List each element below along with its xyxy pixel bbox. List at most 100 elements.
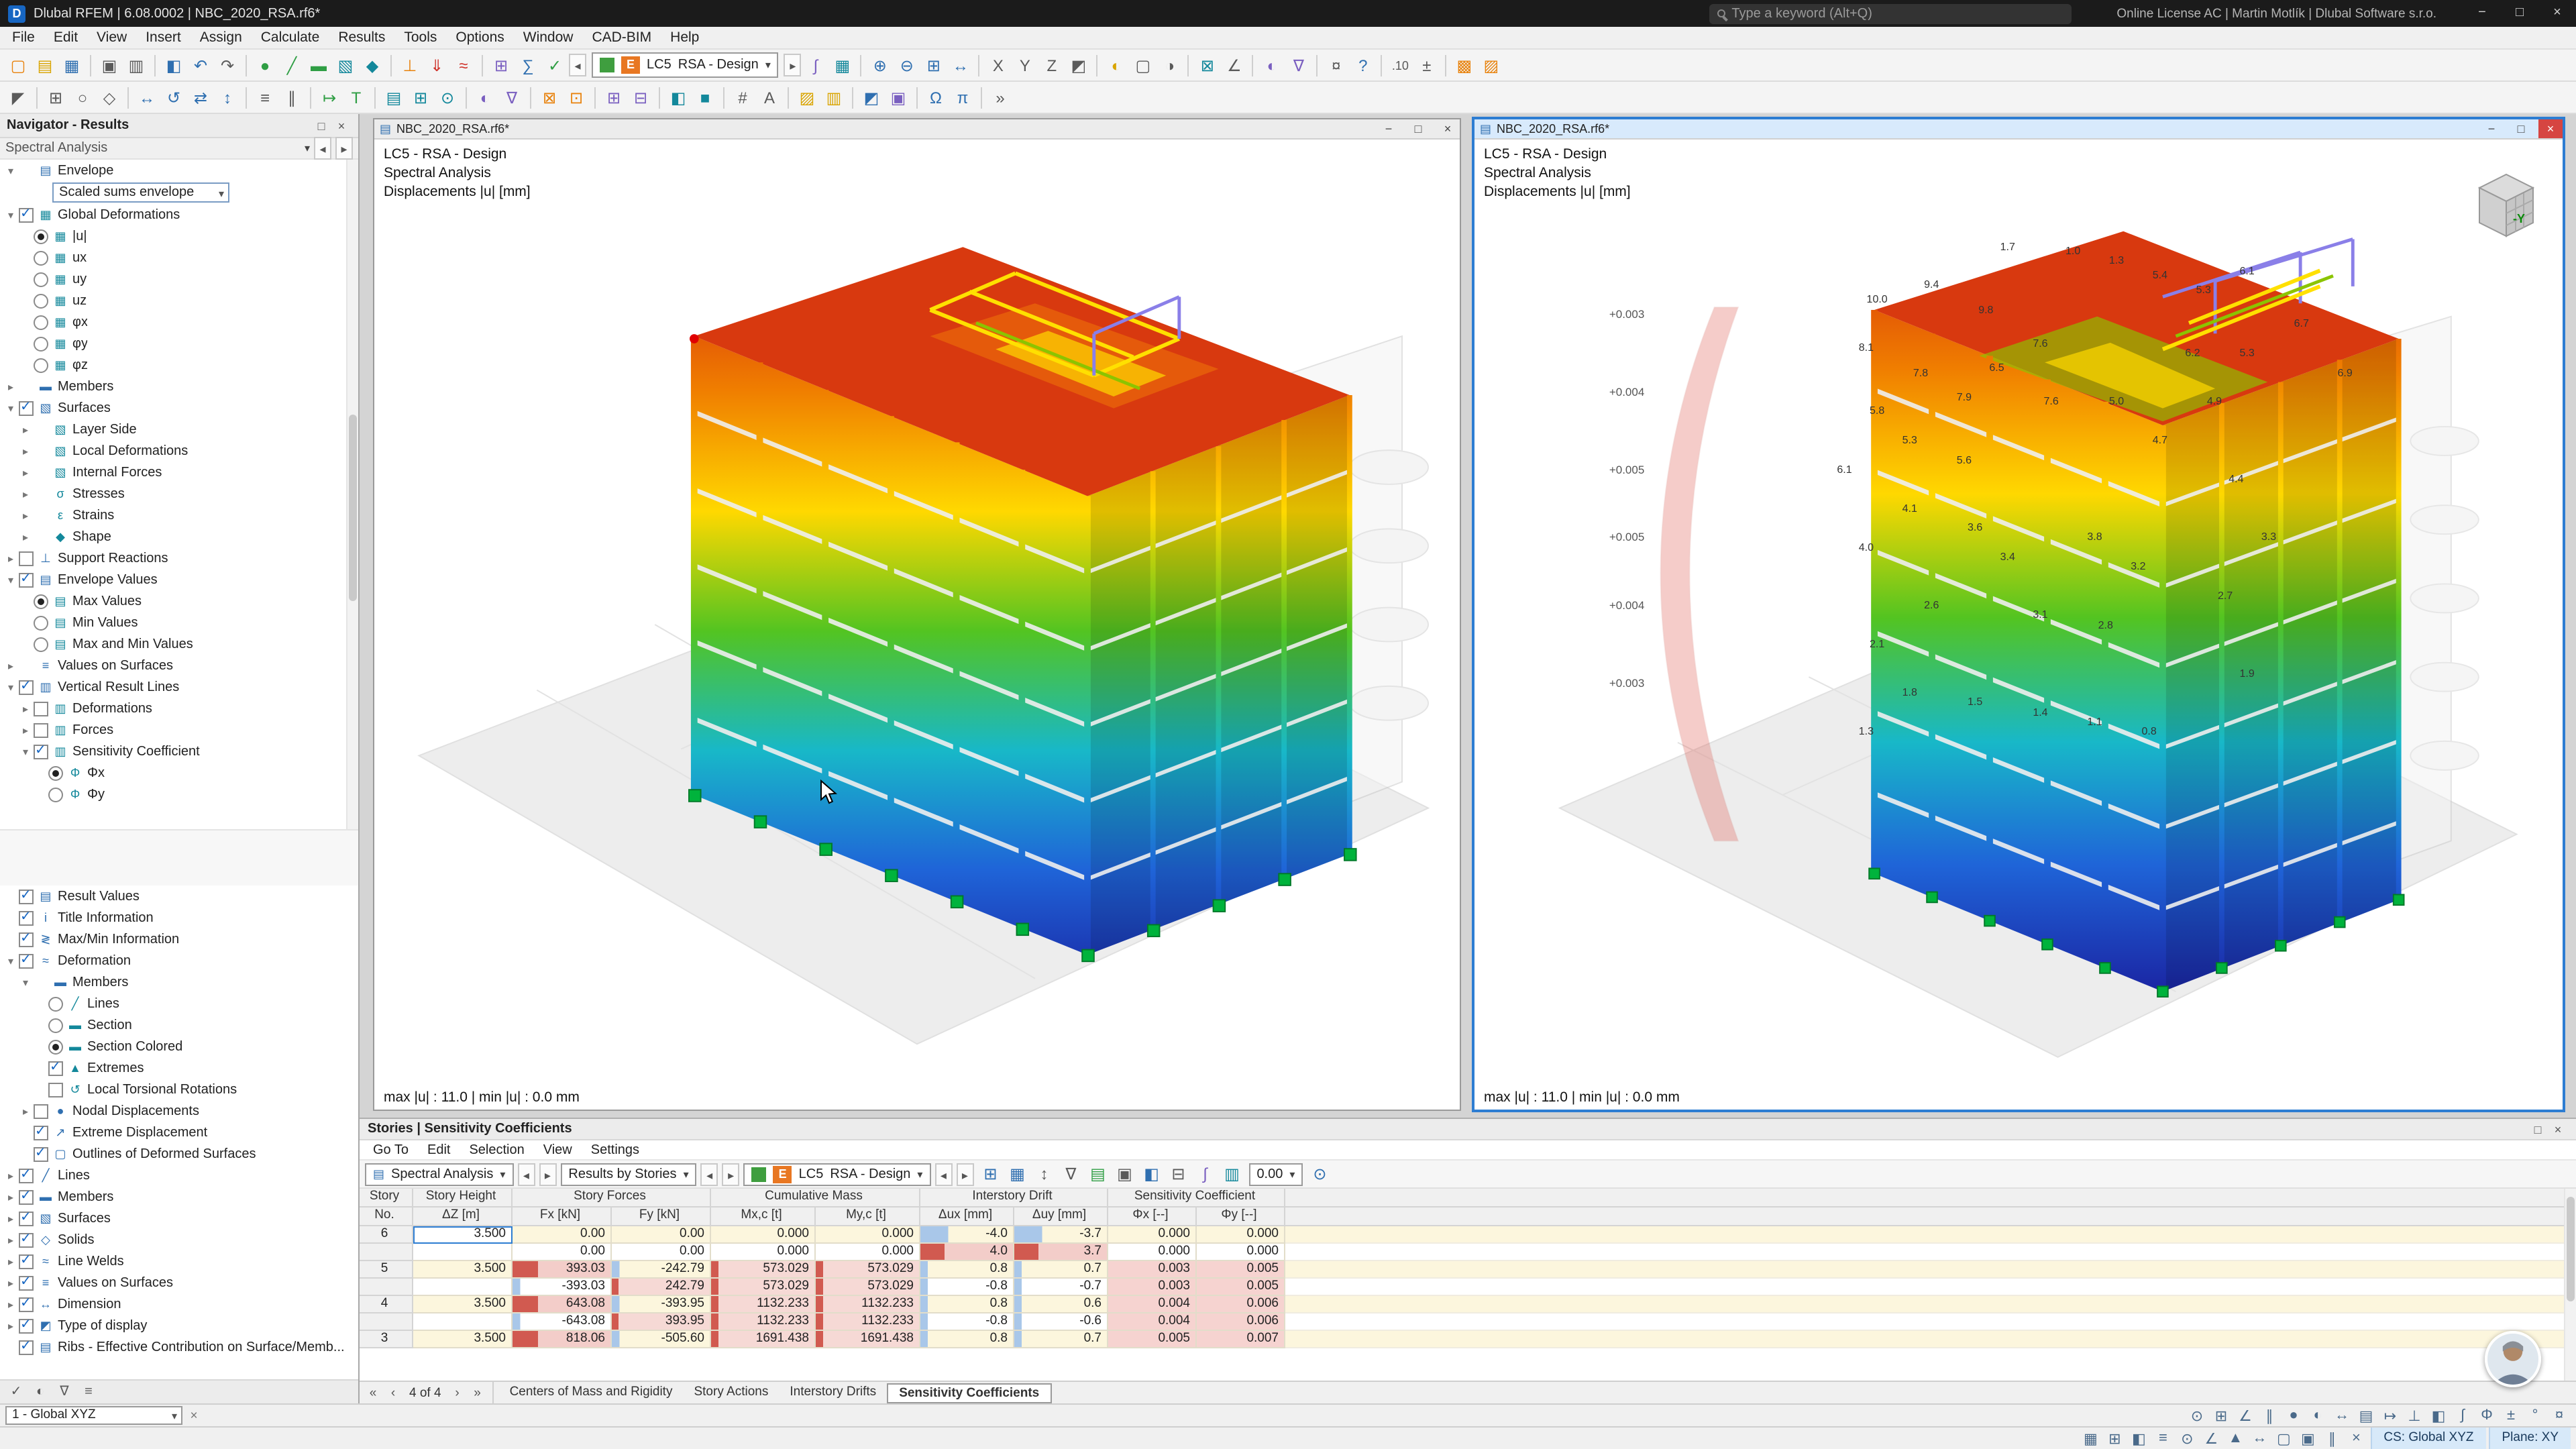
table-menu-item[interactable]: Edit (419, 1142, 458, 1157)
table-cell[interactable]: 573.029 (711, 1261, 816, 1279)
collapse-rows-icon[interactable]: ⊟ (1165, 1161, 1191, 1187)
pan-icon[interactable]: ↔ (948, 52, 973, 78)
misc-settings-icon[interactable]: ¤ (2548, 1407, 2571, 1424)
axes-icon[interactable]: ⊥ (2403, 1407, 2426, 1424)
maximize-button[interactable]: □ (2501, 0, 2538, 27)
minimize-button[interactable]: − (2463, 0, 2501, 27)
phi-display-icon[interactable]: Φ (2475, 1407, 2498, 1424)
next-page-button[interactable]: › (448, 1385, 467, 1400)
tree-checkbox[interactable] (34, 358, 48, 372)
table-cell[interactable] (413, 1244, 513, 1261)
viewport-right[interactable]: ▤ NBC_2020_RSA.rf6* − □ × LC5 - RSA - De… (1473, 118, 2564, 1111)
node-icon[interactable]: ● (252, 52, 278, 78)
table-cell[interactable]: 0.000 (711, 1244, 816, 1261)
table-cell[interactable]: 0.000 (711, 1226, 816, 1244)
imperfection-icon[interactable]: ≈ (451, 52, 476, 78)
dimension-icon[interactable]: ↦ (317, 85, 342, 110)
render-icon[interactable]: ◐ (1104, 52, 1129, 78)
legend-icon[interactable]: ▥ (821, 85, 847, 110)
view-visibility-icon[interactable]: ◐ (472, 85, 498, 110)
tree-item[interactable]: ▾ ▤ Envelope Values (0, 569, 358, 590)
rotate-icon[interactable]: ↺ (161, 85, 186, 110)
tree-checkbox[interactable] (19, 910, 34, 925)
tree-item[interactable]: ▸ ◆ Shape (0, 526, 358, 547)
tree-expander-icon[interactable]: ▸ (4, 1234, 17, 1246)
tree-item[interactable]: ▤ Max Values (0, 590, 358, 612)
angle-snap-icon[interactable]: ∠ (2200, 1430, 2222, 1447)
tree-checkbox[interactable] (48, 1061, 63, 1075)
tree-expander-icon[interactable]: ▸ (19, 423, 32, 435)
close-button[interactable]: × (2538, 0, 2576, 27)
decimals-icon[interactable]: .10 (1388, 52, 1413, 78)
column-header[interactable]: No. (360, 1208, 413, 1226)
keyword-search-input[interactable]: Type a keyword (Alt+Q) (1709, 3, 2071, 23)
select-box-icon[interactable]: ⊞ (43, 85, 68, 110)
table-cell[interactable]: 0.004 (1108, 1296, 1197, 1313)
mesh-refinement-icon[interactable]: ⊟ (628, 85, 653, 110)
zoom-out-icon[interactable]: ⊖ (894, 52, 920, 78)
tree-item[interactable]: ▸ ▧ Surfaces (0, 1208, 358, 1229)
redo-icon[interactable]: ↷ (215, 52, 240, 78)
panel-filter-icon[interactable]: ∇ (54, 1381, 75, 1403)
table-cell[interactable]: 0.006 (1197, 1313, 1285, 1331)
layers-icon[interactable]: ▤ (381, 85, 407, 110)
tree-item[interactable]: ▢ Outlines of Deformed Surfaces (0, 1143, 358, 1165)
tree-item[interactable]: ▬ Section Colored (0, 1036, 358, 1057)
column-header[interactable]: Fy [kN] (612, 1208, 711, 1226)
menu-item[interactable]: Assign (191, 26, 252, 49)
table-cell[interactable] (360, 1244, 413, 1261)
tree-expander-icon[interactable]: ▸ (4, 659, 17, 672)
tree-item[interactable]: ▦ φx (0, 311, 358, 333)
table-cell[interactable]: 0.006 (1197, 1296, 1285, 1313)
detail-icon[interactable]: ⊡ (564, 85, 589, 110)
decimal-places-combo[interactable]: 0.00 ▾ (1248, 1163, 1303, 1185)
scrollbar-thumb[interactable] (349, 414, 357, 601)
tree-checkbox[interactable] (19, 932, 34, 947)
table-cell[interactable]: 1132.233 (816, 1296, 920, 1313)
table-cell[interactable]: 393.03 (513, 1261, 612, 1279)
camera-icon[interactable]: ▣ (885, 85, 911, 110)
viewport-close-button[interactable]: × (1436, 119, 1460, 138)
table-scrollbar[interactable] (2564, 1189, 2576, 1381)
loadcase-next-button[interactable]: ▸ (956, 1163, 973, 1185)
tree-checkbox[interactable] (19, 1254, 34, 1269)
tree-item[interactable]: ▸ ↔ Dimension (0, 1293, 358, 1315)
tree-checkbox[interactable] (34, 1125, 48, 1140)
tree-expander-icon[interactable]: ▾ (4, 955, 17, 967)
table-cell[interactable]: 0.8 (920, 1331, 1014, 1348)
user-filter-icon[interactable]: ∇ (499, 85, 525, 110)
list-view-icon[interactable]: ≡ (2151, 1430, 2174, 1446)
color-scale-icon[interactable]: ▥ (1219, 1161, 1244, 1187)
line-icon[interactable]: ╱ (279, 52, 305, 78)
parallel-view-icon[interactable]: ∥ (2320, 1430, 2343, 1447)
save-icon[interactable]: ▦ (59, 52, 85, 78)
tree-checkbox[interactable] (34, 1146, 48, 1161)
navigator-close-button[interactable]: × (331, 119, 352, 132)
clipping-plane-icon[interactable]: ⊠ (1195, 52, 1220, 78)
tree-checkbox[interactable] (19, 1340, 34, 1354)
tree-checkbox[interactable] (19, 1318, 34, 1333)
tree-item[interactable]: ▸ ╱ Lines (0, 1165, 358, 1186)
align-icon[interactable]: ≡ (252, 85, 278, 110)
addon-icon[interactable]: ▩ (1452, 52, 1477, 78)
tree-expander-icon[interactable]: ▸ (4, 1298, 17, 1310)
menu-item[interactable]: Tools (394, 26, 446, 49)
table-cell[interactable]: 0.000 (816, 1226, 920, 1244)
support-chat-avatar[interactable] (2485, 1331, 2541, 1387)
table-settings-icon[interactable]: ⊞ (977, 1161, 1003, 1187)
table-menu-item[interactable]: Go To (365, 1142, 417, 1157)
table-cell[interactable]: 1691.438 (816, 1331, 920, 1348)
tree-item[interactable]: ▸ ▬ Members (0, 376, 358, 397)
tree-item[interactable]: ▾ ▥ Sensitivity Coefficient (0, 741, 358, 762)
select-circle-icon[interactable]: ○ (70, 85, 95, 110)
analysis-type-combo[interactable]: Spectral Analysis ▾ ◂ ▸ (0, 138, 358, 160)
viewport-minimize-button[interactable]: − (1377, 119, 1401, 138)
navigation-cube[interactable]: -Y (2469, 169, 2544, 244)
tree-checkbox[interactable] (19, 680, 34, 694)
tree-item[interactable]: ▤ Min Values (0, 612, 358, 633)
tree-item[interactable]: ▤ Max and Min Values (0, 633, 358, 655)
export-excel-icon[interactable]: ▤ (1085, 1161, 1110, 1187)
tree-checkbox[interactable] (34, 615, 48, 630)
tree-checkbox[interactable] (34, 722, 48, 737)
tree-item[interactable]: ▸ ▧ Local Deformations (0, 440, 358, 462)
